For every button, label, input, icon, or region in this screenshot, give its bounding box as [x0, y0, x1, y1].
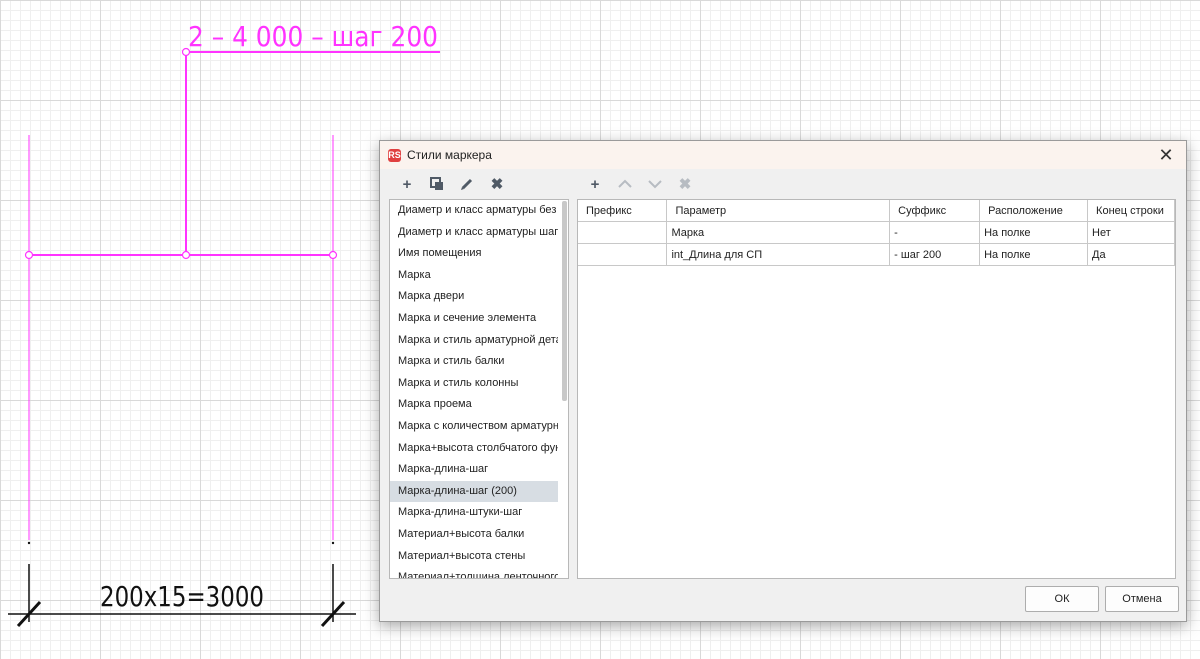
column-header-suffix[interactable]: Суффикс	[889, 200, 981, 222]
edit-style-button[interactable]	[456, 174, 478, 194]
styles-list[interactable]: Диаметр и класс арматуры без шагаДиаметр…	[389, 199, 569, 579]
list-item[interactable]: Диаметр и класс арматуры без шага	[390, 200, 558, 222]
delete-parameter-button[interactable]: ✖	[674, 174, 696, 194]
list-item[interactable]: Материал+толщина ленточного фундамента	[390, 567, 558, 578]
add-style-button[interactable]: +	[396, 174, 418, 194]
cancel-button[interactable]: Отмена	[1105, 586, 1179, 612]
dimension-text[interactable]: 200x15=3000	[100, 580, 264, 613]
styles-toolbar: + ✖	[396, 174, 516, 194]
cell-line-end[interactable]: Да	[1087, 243, 1175, 266]
styles-list-scrollbar[interactable]	[562, 201, 567, 401]
close-button[interactable]: ✕	[1156, 145, 1176, 165]
list-item[interactable]: Марка и стиль колонны	[390, 373, 558, 395]
copy-icon	[430, 177, 443, 190]
list-item[interactable]: Марка	[390, 265, 558, 287]
add-icon: +	[590, 175, 600, 193]
grip-right[interactable]	[328, 250, 338, 260]
grip-middle[interactable]	[181, 250, 191, 260]
parameters-table: Префикс Параметр Суффикс Расположение Ко…	[578, 200, 1175, 266]
move-up-button[interactable]	[614, 174, 636, 194]
cell-suffix[interactable]: -	[889, 221, 981, 244]
parameters-grid: Префикс Параметр Суффикс Расположение Ко…	[577, 199, 1176, 579]
close-icon: ✕	[1158, 145, 1174, 165]
column-header-prefix[interactable]: Префикс	[578, 200, 668, 222]
list-item[interactable]: Имя помещения	[390, 243, 558, 265]
move-down-button[interactable]	[644, 174, 666, 194]
app-icon: RS	[388, 148, 401, 162]
cell-suffix[interactable]: - шаг 200	[889, 243, 981, 266]
delete-icon: ✖	[490, 176, 504, 193]
delete-style-button[interactable]: ✖	[486, 174, 508, 194]
dimension-point-right	[331, 541, 335, 545]
dialog-title: Стили маркера	[407, 148, 492, 162]
list-item[interactable]: Марка двери	[390, 286, 558, 308]
table-row[interactable]: int_Длина для СП - шаг 200 На полке Да	[578, 243, 1175, 266]
list-item[interactable]: Марка проема	[390, 394, 558, 416]
cell-placement[interactable]: На полке	[979, 221, 1089, 244]
table-header-row: Префикс Параметр Суффикс Расположение Ко…	[578, 200, 1175, 222]
cell-prefix[interactable]	[578, 221, 668, 244]
list-item[interactable]: Материал+высота стены	[390, 546, 558, 568]
list-item[interactable]: Марка с количеством арматурных стержней	[390, 416, 558, 438]
column-header-line-end[interactable]: Конец строки	[1087, 200, 1175, 222]
marker-styles-dialog: RS Стили маркера ✕ + ✖ + ✖ Диаметр и кла…	[379, 140, 1187, 622]
cell-placement[interactable]: На полке	[979, 243, 1089, 266]
list-item[interactable]: Диаметр и класс арматуры шаг 200	[390, 222, 558, 244]
ok-button[interactable]: ОК	[1025, 586, 1099, 612]
list-item[interactable]: Марка-длина-шаг	[390, 459, 558, 481]
cell-line-end[interactable]: Нет	[1087, 221, 1175, 244]
move-down-icon	[648, 180, 662, 189]
grip-top[interactable]	[181, 47, 191, 57]
grip-left[interactable]	[24, 250, 34, 260]
add-parameter-button[interactable]: +	[584, 174, 606, 194]
list-item[interactable]: Материал+высота балки	[390, 524, 558, 546]
table-row[interactable]: Марка - На полке Нет	[578, 221, 1175, 244]
leader-text[interactable]: 2 – 4 000 – шаг 200	[188, 20, 438, 53]
dimension-point-left	[27, 541, 31, 545]
list-item[interactable]: Марка-длина-штуки-шаг	[390, 502, 558, 524]
move-up-icon	[618, 179, 632, 188]
edit-icon	[461, 178, 473, 190]
cell-parameter[interactable]: int_Длина для СП	[666, 243, 891, 266]
cell-parameter[interactable]: Марка	[666, 221, 891, 244]
dialog-titlebar[interactable]: RS Стили маркера ✕	[380, 141, 1186, 169]
column-header-placement[interactable]: Расположение	[979, 200, 1089, 222]
list-item[interactable]: Марка и стиль балки	[390, 351, 558, 373]
list-item[interactable]: Марка-длина-шаг (200)	[390, 480, 558, 503]
add-icon: +	[402, 175, 412, 193]
copy-style-button[interactable]	[426, 174, 448, 194]
parameters-toolbar: + ✖	[584, 174, 704, 194]
list-item[interactable]: Марка+высота столбчатого фундамента	[390, 438, 558, 460]
list-item[interactable]: Марка и сечение элемента	[390, 308, 558, 330]
list-item[interactable]: Марка и стиль арматурной детали	[390, 330, 558, 352]
column-header-parameter[interactable]: Параметр	[666, 200, 891, 222]
cell-prefix[interactable]	[578, 243, 668, 266]
delete-icon: ✖	[678, 176, 692, 193]
